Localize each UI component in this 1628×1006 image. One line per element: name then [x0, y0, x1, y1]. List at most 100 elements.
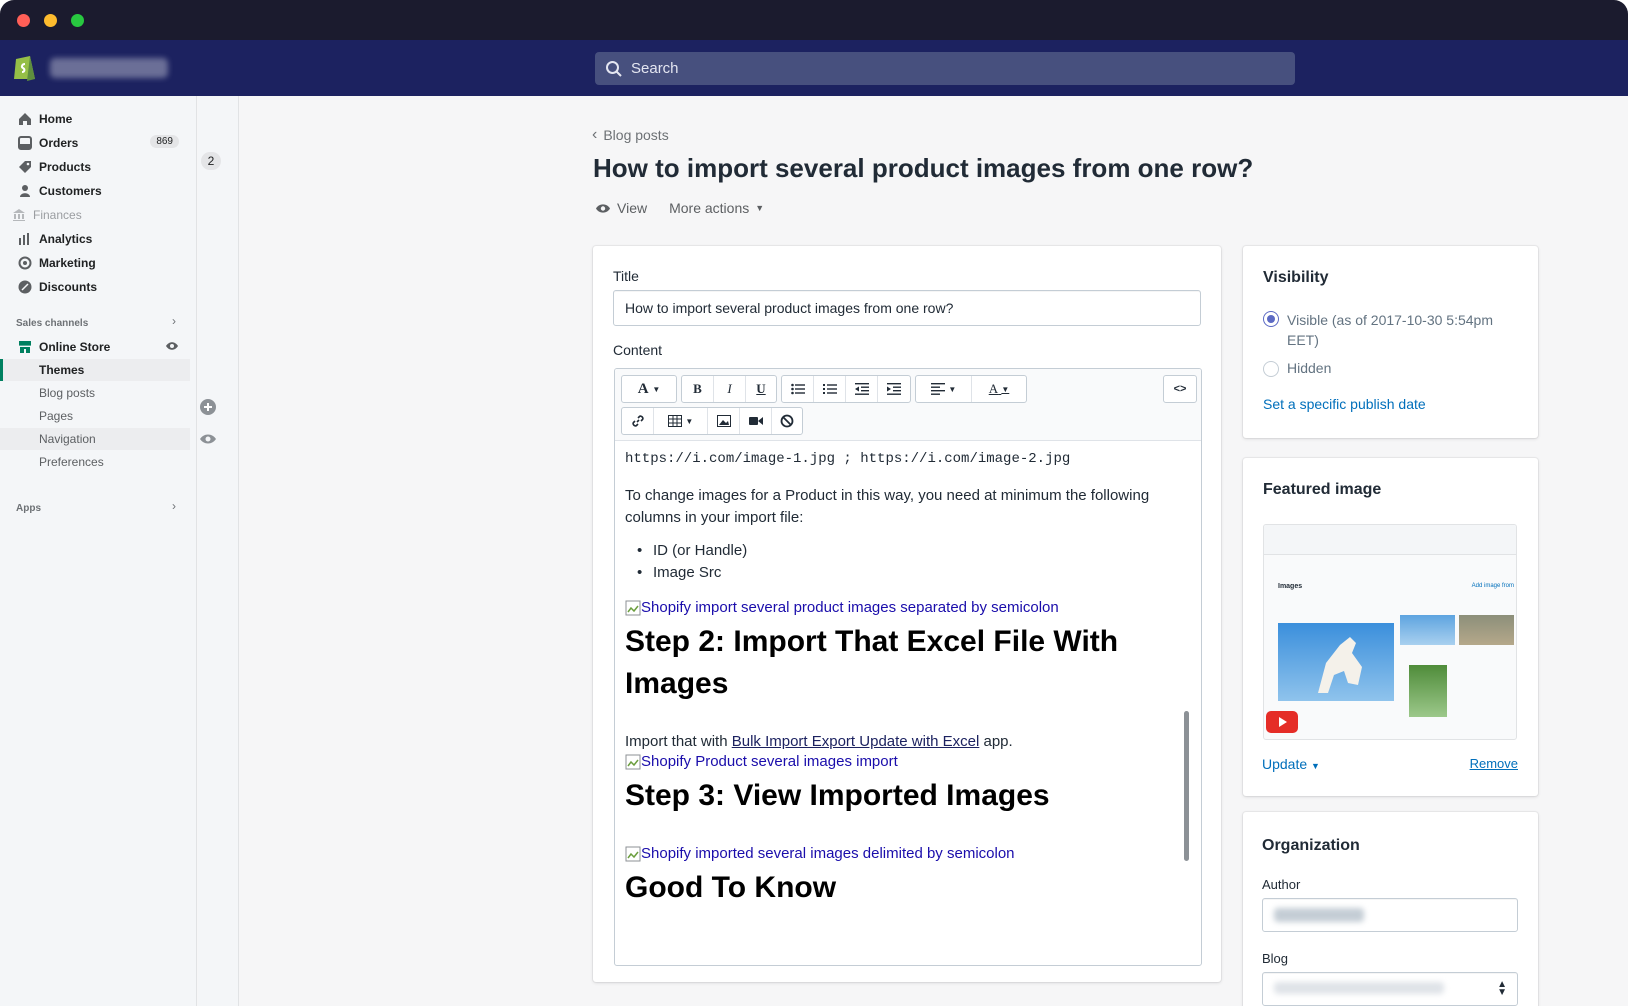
- paragraph: To change images for a Product in this w…: [625, 487, 1150, 526]
- view-button[interactable]: View: [595, 200, 647, 216]
- sidebar-item-finances[interactable]: Finances: [0, 204, 197, 226]
- breadcrumb-link[interactable]: Blog posts: [603, 127, 668, 143]
- eye-icon[interactable]: [165, 341, 179, 351]
- sidebar-item-analytics[interactable]: Analytics: [0, 228, 197, 250]
- sidebar-item-preferences[interactable]: Preferences: [0, 451, 190, 473]
- minimize-window-button[interactable]: [44, 14, 57, 27]
- link-icon: [631, 415, 644, 427]
- featured-image-card: Featured image Images Add image from Upd…: [1243, 458, 1538, 796]
- close-window-button[interactable]: [17, 14, 30, 27]
- editor-content[interactable]: https://i.com/image-1.jpg ; https://i.co…: [615, 441, 1201, 965]
- bulk-import-app-link[interactable]: Bulk Import Export Update with Excel: [732, 733, 980, 750]
- target-icon: [18, 256, 32, 270]
- numbered-list-icon: [822, 384, 837, 394]
- author-input[interactable]: [1262, 898, 1518, 932]
- italic-button[interactable]: I: [714, 376, 746, 402]
- search-input[interactable]: Search: [631, 60, 679, 77]
- author-value-redacted: [1274, 908, 1364, 922]
- update-dropdown[interactable]: Update ▼: [1262, 756, 1320, 772]
- page-title: How to import several product images fro…: [593, 153, 1254, 183]
- bold-button[interactable]: B: [682, 376, 714, 402]
- step-2-heading: Step 2: Import That Excel File With Imag…: [625, 625, 1119, 700]
- underline-button[interactable]: U: [746, 376, 776, 402]
- featured-image-thumbnail[interactable]: Images Add image from: [1263, 524, 1517, 740]
- sidebar-item-discounts[interactable]: Discounts: [0, 276, 197, 298]
- image-url-code: https://i.com/image-1.jpg ; https://i.co…: [625, 451, 1071, 467]
- bulleted-list-button[interactable]: [782, 376, 814, 402]
- broken-image-2[interactable]: Shopify Product several images import: [625, 753, 898, 770]
- breadcrumb[interactable]: ‹ Blog posts: [592, 126, 669, 144]
- font-dropdown-button[interactable]: A ▼: [622, 376, 676, 402]
- person-icon: [20, 185, 30, 197]
- sidebar-item-blog-posts[interactable]: Blog posts: [0, 382, 190, 404]
- align-dropdown-button[interactable]: ▼: [916, 376, 972, 402]
- set-publish-date-link[interactable]: Set a specific publish date: [1263, 396, 1426, 412]
- featured-image-heading: Featured image: [1263, 481, 1382, 498]
- editor-scrollbar[interactable]: [1184, 711, 1189, 861]
- page-actions: View More actions ▼: [595, 200, 764, 216]
- content-label: Content: [613, 342, 663, 358]
- sidebar-item-home[interactable]: Home: [0, 108, 197, 130]
- insert-link-button[interactable]: [622, 408, 654, 434]
- shopify-logo-icon[interactable]: [12, 52, 38, 82]
- visible-radio[interactable]: [1263, 311, 1279, 327]
- search-bar[interactable]: Search: [595, 52, 1295, 85]
- sidebar-item-marketing[interactable]: Marketing: [0, 252, 197, 274]
- discount-icon: [18, 280, 32, 294]
- chevron-right-icon[interactable]: ›: [172, 499, 176, 513]
- orders-count-badge: 869: [150, 135, 179, 148]
- insert-image-button[interactable]: [708, 408, 740, 434]
- sidebar-item-pages[interactable]: Pages: [0, 405, 190, 427]
- block-icon: [780, 414, 794, 428]
- sidebar-item-products[interactable]: Products: [0, 156, 197, 178]
- play-icon: [1279, 717, 1287, 727]
- apps-heading[interactable]: Apps: [16, 503, 41, 514]
- maximize-window-button[interactable]: [71, 14, 84, 27]
- rich-text-editor[interactable]: A ▼ B I U ▼ A ▼ <> ▼ https://i.com/image…: [614, 368, 1202, 966]
- dog-image: [1318, 637, 1362, 693]
- numbered-list-button[interactable]: [814, 376, 846, 402]
- text-color-dropdown-button[interactable]: A ▼: [972, 376, 1026, 402]
- add-circle-icon[interactable]: [199, 398, 217, 416]
- remove-link[interactable]: Remove: [1470, 756, 1518, 771]
- sidebar-item-customers[interactable]: Customers: [0, 180, 197, 202]
- clear-formatting-button[interactable]: [772, 408, 802, 434]
- more-actions-button[interactable]: More actions ▼: [669, 200, 764, 216]
- top-bar: Search: [0, 40, 1628, 96]
- main-content: ‹ Blog posts How to import several produ…: [240, 96, 1628, 1006]
- video-camera-icon: [748, 417, 763, 425]
- insert-video-button[interactable]: [740, 408, 772, 434]
- hidden-radio-label[interactable]: Hidden: [1287, 360, 1331, 376]
- caret-down-icon: ▼: [755, 203, 765, 213]
- sidebar-item-navigation[interactable]: Navigation: [0, 428, 190, 450]
- chevron-right-icon[interactable]: ›: [172, 314, 176, 328]
- secondary-gutter: 2: [198, 96, 239, 1006]
- broken-image-3[interactable]: Shopify imported several images delimite…: [625, 845, 1015, 862]
- blog-select[interactable]: ▲ ▼: [1262, 972, 1518, 1006]
- title-input[interactable]: How to import several product images fro…: [613, 290, 1201, 326]
- sidebar-item-online-store[interactable]: Online Store: [0, 336, 197, 358]
- sidebar-item-themes[interactable]: Themes: [0, 359, 190, 381]
- insert-table-button[interactable]: ▼: [654, 408, 708, 434]
- notification-badge[interactable]: 2: [201, 152, 221, 170]
- outdent-button[interactable]: [846, 376, 878, 402]
- format-group: B I U: [681, 375, 777, 403]
- youtube-icon: [1266, 711, 1298, 733]
- title-label: Title: [613, 268, 639, 284]
- visible-radio-label[interactable]: Visible (as of 2017-10-30 5:54pm EET): [1287, 310, 1517, 350]
- step-3-heading: Step 3: View Imported Images: [625, 779, 1050, 812]
- indent-button[interactable]: [878, 376, 910, 402]
- author-label: Author: [1262, 877, 1301, 892]
- bulleted-list-icon: [790, 383, 805, 395]
- sidebar-item-orders[interactable]: Orders 869: [0, 132, 197, 154]
- bar-chart-icon: [19, 233, 29, 245]
- tag-icon: [19, 161, 31, 173]
- eye-icon[interactable]: [199, 430, 217, 448]
- show-html-button[interactable]: <>: [1164, 376, 1196, 402]
- broken-image-1[interactable]: Shopify import several product images se…: [625, 599, 1059, 616]
- hidden-radio[interactable]: [1263, 361, 1279, 377]
- store-name[interactable]: [50, 58, 168, 78]
- thumb-link: Add image from: [1471, 583, 1514, 589]
- list-item: Image Src: [637, 564, 721, 581]
- font-group: A ▼: [621, 375, 677, 403]
